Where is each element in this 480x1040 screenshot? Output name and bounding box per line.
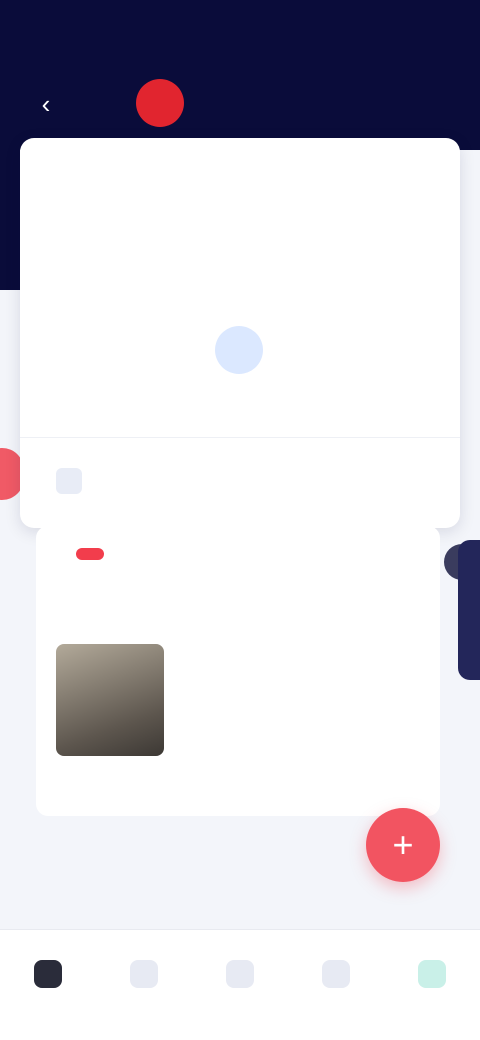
side-drawer-tab[interactable] (458, 540, 480, 680)
status-bar (0, 0, 480, 60)
selected-day-indicator (215, 326, 263, 374)
nav-item-messages[interactable] (296, 930, 376, 994)
day-row (50, 288, 434, 322)
brand (136, 78, 196, 128)
calendar-day[interactable] (163, 288, 207, 322)
brand-logo (136, 79, 184, 127)
news-icon (130, 960, 158, 988)
more-icon (418, 960, 446, 988)
nav-item-more[interactable] (392, 930, 472, 994)
nav-item-home[interactable] (8, 930, 88, 994)
news-badge (76, 548, 104, 560)
bottom-nav (0, 929, 480, 1040)
calendar-day[interactable] (107, 288, 151, 322)
message-icon (322, 960, 350, 988)
news-thumbnail[interactable] (56, 644, 164, 756)
calendar-day[interactable] (390, 288, 434, 322)
calendar-footer (20, 437, 460, 528)
calendar-day[interactable] (333, 288, 377, 322)
back-arrow-icon[interactable]: ‹ (28, 86, 64, 122)
calendar-footer-item[interactable] (56, 468, 96, 494)
news-card[interactable] (36, 526, 480, 816)
nav-item-calendar[interactable] (200, 930, 280, 994)
calendar-card (20, 138, 460, 528)
calendar-day-selected[interactable] (220, 288, 264, 322)
calendar-day[interactable] (50, 288, 94, 322)
home-icon (34, 960, 62, 988)
calendar-icon (226, 960, 254, 988)
calendar-day[interactable] (277, 288, 321, 322)
calendar-icon (56, 468, 82, 494)
nav-item-news[interactable] (104, 930, 184, 994)
side-panel-edge (0, 150, 20, 290)
app-header: ‹ (0, 60, 480, 150)
floating-action-button[interactable]: + (366, 808, 440, 882)
